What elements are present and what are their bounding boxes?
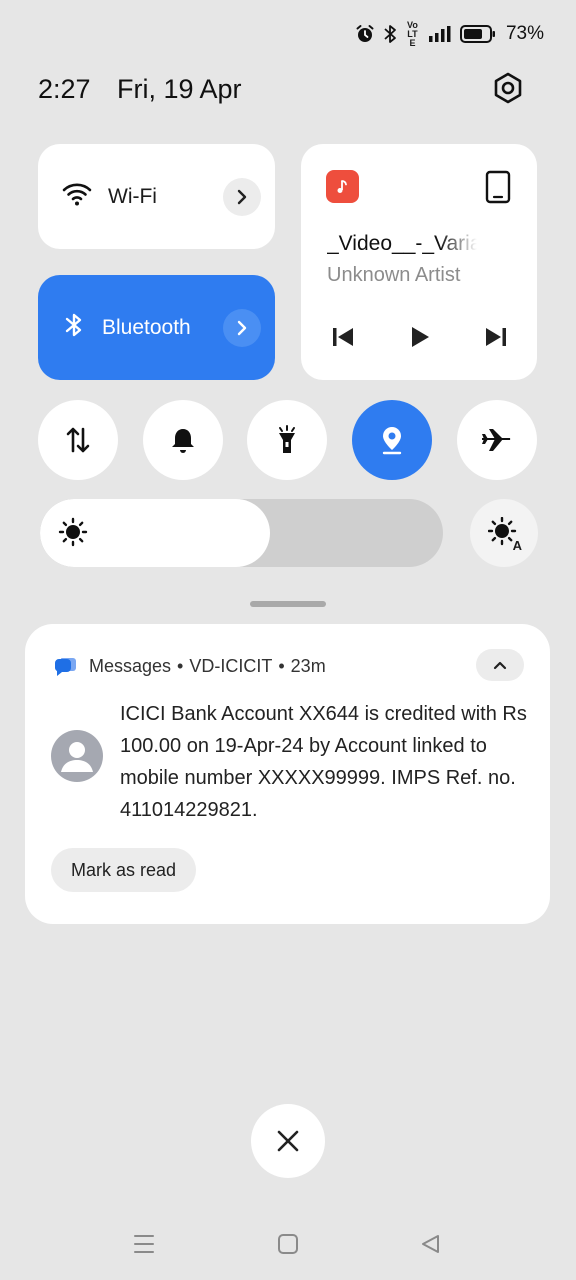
menu-icon <box>134 1235 154 1253</box>
sender-avatar <box>51 730 103 782</box>
wifi-label: Wi-Fi <box>108 184 157 208</box>
gear-icon <box>491 71 525 110</box>
notification-body: ICICI Bank Account XX644 is credited wit… <box>120 703 527 821</box>
brightness-icon <box>58 517 88 552</box>
status-bar: Vo LTE 73% <box>355 20 544 48</box>
clear-all-button[interactable] <box>251 1104 325 1178</box>
chevron-right-icon <box>237 189 247 204</box>
previous-button[interactable] <box>328 322 358 352</box>
brightness-slider[interactable] <box>40 499 443 567</box>
close-icon <box>277 1130 299 1152</box>
phone-icon[interactable] <box>485 170 511 209</box>
location-icon <box>382 427 402 455</box>
location-toggle[interactable] <box>352 400 432 480</box>
recents-button[interactable] <box>130 1230 158 1258</box>
home-button[interactable] <box>274 1230 302 1258</box>
airplane-toggle[interactable] <box>457 400 537 480</box>
bluetooth-tile[interactable]: Bluetooth <box>38 275 275 380</box>
wifi-tile[interactable]: Wi-Fi <box>38 144 275 249</box>
settings-button[interactable] <box>488 70 528 110</box>
notification-shade: Vo LTE 73% 2:27 Fri, 19 Apr Wi-Fi Blueto… <box>0 0 576 1280</box>
auto-brightness-label: A <box>511 538 523 553</box>
flashlight-toggle[interactable] <box>247 400 327 480</box>
battery-icon <box>459 24 496 44</box>
notification-header: Messages • VD-ICICIT • 23m <box>53 649 524 681</box>
triangle-back-icon <box>422 1235 439 1253</box>
chevron-right-icon <box>237 320 247 335</box>
collapse-button[interactable] <box>476 649 524 681</box>
notification-meta: Messages • VD-ICICIT • 23m <box>89 656 326 677</box>
messages-app-icon <box>53 654 77 678</box>
mark-as-read-button[interactable]: Mark as read <box>51 848 197 892</box>
play-icon <box>412 327 429 347</box>
bluetooth-icon <box>383 24 397 44</box>
auto-brightness-icon: A <box>487 516 523 553</box>
track-artist: Unknown Artist <box>327 264 461 286</box>
square-icon <box>278 1234 298 1254</box>
media-player[interactable]: _Video__-_Variant Unknown Artist <box>301 144 537 380</box>
wifi-icon <box>62 181 92 212</box>
next-button[interactable] <box>481 322 511 352</box>
bluetooth-label: Bluetooth <box>102 315 191 339</box>
mobile-data-icon <box>66 427 90 453</box>
volte-icon: Vo LTE <box>407 19 418 48</box>
next-icon <box>486 328 506 346</box>
back-button[interactable] <box>416 1230 444 1258</box>
bluetooth-expand-button[interactable] <box>223 308 261 347</box>
signal-icon <box>428 25 452 43</box>
chevron-up-icon <box>493 661 507 670</box>
notification-sender: VD-ICICIT <box>189 655 273 676</box>
music-app-icon <box>326 170 359 203</box>
notification-card[interactable]: Messages • VD-ICICIT • 23m ICICI Bank Accoun… <box>25 624 550 924</box>
auto-brightness-button[interactable]: A <box>470 499 538 567</box>
bell-icon <box>172 429 194 453</box>
battery-percent: 73% <box>505 23 544 44</box>
sound-toggle[interactable] <box>143 400 223 480</box>
track-title: _Video__-_Variant <box>327 232 477 255</box>
mobile-data-toggle[interactable] <box>38 400 118 480</box>
flashlight-icon <box>279 425 295 453</box>
wifi-expand-button[interactable] <box>223 177 261 216</box>
person-icon <box>61 742 93 772</box>
separator: • <box>278 655 285 676</box>
date[interactable]: Fri, 19 Apr <box>117 74 242 105</box>
alarm-icon <box>355 24 375 44</box>
clock[interactable]: 2:27 <box>38 74 91 105</box>
bluetooth-icon <box>62 311 86 344</box>
notification-age: 23m <box>290 655 326 676</box>
notification-app-name: Messages <box>89 655 172 676</box>
airplane-icon <box>482 429 511 451</box>
drag-handle[interactable] <box>250 601 326 607</box>
previous-icon <box>333 328 353 346</box>
play-button[interactable] <box>405 322 435 352</box>
separator: • <box>177 655 184 676</box>
